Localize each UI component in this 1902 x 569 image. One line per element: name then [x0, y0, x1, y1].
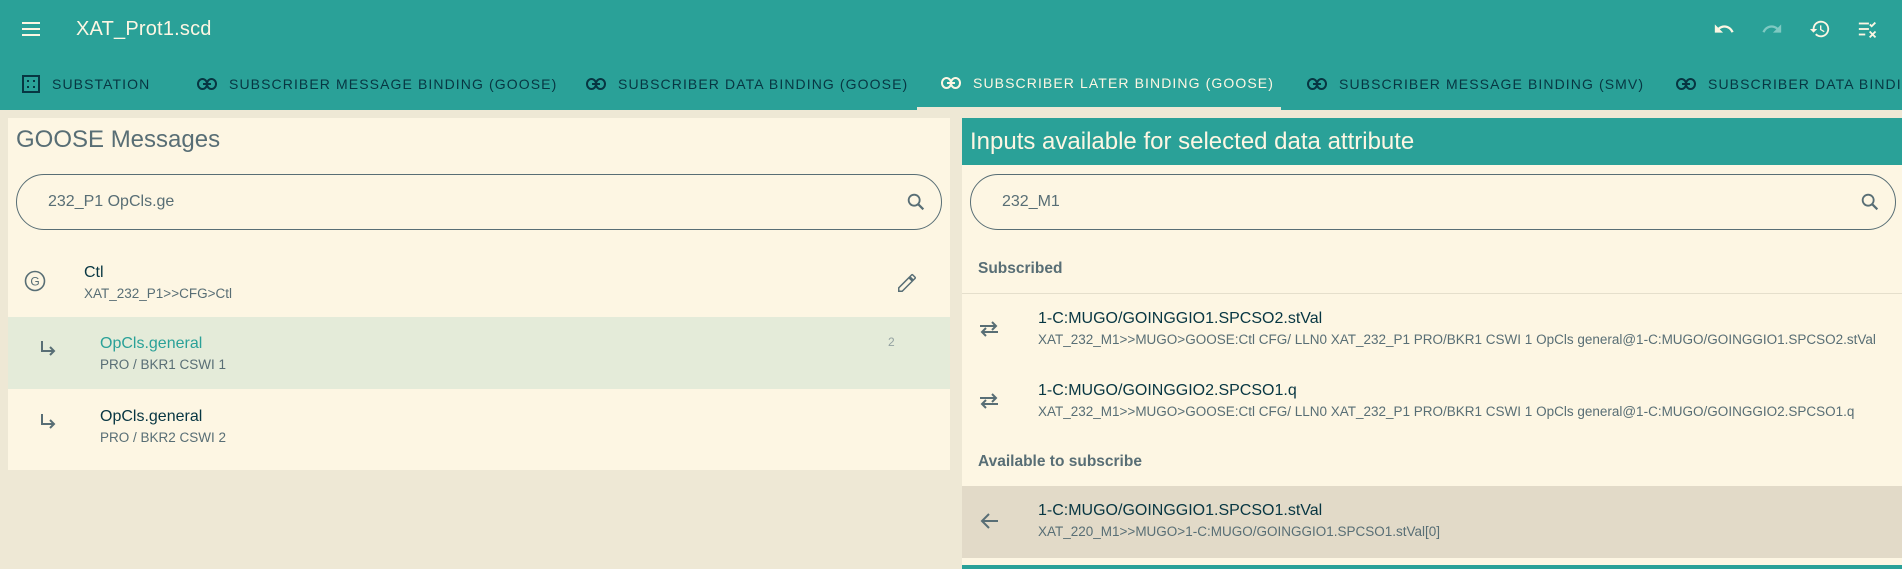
menu-icon: [22, 22, 40, 36]
undo-icon: [1714, 24, 1734, 33]
bottom-accent-bar: [962, 565, 1902, 569]
inputs-panel-header: Inputs available for selected data attri…: [962, 118, 1902, 165]
swap-horiz-icon: [978, 392, 1000, 415]
tab-subscriber-data-binding-smv[interactable]: SUBSCRIBER DATA BINDIN: [1676, 58, 1902, 110]
grid-icon: [22, 75, 40, 93]
tab-subscriber-data-binding-goose[interactable]: SUBSCRIBER DATA BINDING (GOOSE): [586, 58, 908, 110]
redo-button[interactable]: [1748, 5, 1796, 53]
search-icon[interactable]: [1859, 191, 1881, 213]
pencil-icon: [898, 274, 916, 292]
tab-label: SUBSTATION: [52, 76, 151, 92]
tab-label: SUBSCRIBER LATER BINDING (GOOSE): [973, 74, 1274, 91]
input-path: XAT_232_M1>>MUGO>GOOSE:Ctl CFG/ LLN0 XAT…: [1038, 404, 1855, 419]
arrow-back-icon: [980, 512, 1000, 535]
panel-title: Inputs available for selected data attri…: [970, 128, 1415, 155]
tab-label: SUBSCRIBER DATA BINDING (GOOSE): [618, 76, 909, 92]
inputs-search-input[interactable]: 232_M1: [970, 174, 1896, 230]
goose-messages-panel: GOOSE Messages 232_P1 OpCls.ge G Ctl XAT…: [8, 118, 950, 470]
input-name: 1-C:MUGO/GOINGGIO1.SPCSO2.stVal: [1038, 310, 1323, 327]
control-block-path: XAT_232_P1>>CFG>Ctl: [84, 286, 232, 301]
data-attribute-path: PRO / BKR2 CSWI 2: [100, 430, 227, 445]
data-attribute-item[interactable]: OpCls.general PRO / BKR1 CSWI 1 2: [8, 317, 950, 389]
control-block-name: Ctl: [84, 264, 104, 281]
subdirectory-arrow-icon: [38, 339, 58, 364]
tab-subscriber-message-binding-smv[interactable]: SUBSCRIBER MESSAGE BINDING (SMV): [1307, 58, 1644, 110]
playlist-remove-icon: [1858, 21, 1877, 38]
tab-label: SUBSCRIBER MESSAGE BINDING (GOOSE): [229, 76, 558, 92]
subscribed-subheader: Subscribed: [978, 260, 1063, 277]
search-icon[interactable]: [905, 191, 927, 213]
redo-icon: [1762, 24, 1782, 33]
history-button[interactable]: [1796, 5, 1844, 53]
svg-text:G: G: [30, 275, 39, 289]
subscribed-input-item[interactable]: 1-C:MUGO/GOINGGIO1.SPCSO2.stVal XAT_232_…: [962, 294, 1902, 366]
goose-badge-icon: G: [24, 270, 46, 297]
goose-search-input[interactable]: 232_P1 OpCls.ge: [16, 174, 942, 230]
subdirectory-arrow-icon: [38, 412, 58, 437]
input-name: 1-C:MUGO/GOINGGIO2.SPCSO1.q: [1038, 382, 1297, 399]
edit-button[interactable]: [896, 272, 918, 299]
tab-bar: SUBSTATION SUBSCRIBER MESSAGE BINDING (G…: [0, 58, 1902, 110]
tab-subscriber-message-binding-goose[interactable]: SUBSCRIBER MESSAGE BINDING (GOOSE): [197, 58, 557, 110]
search-value: 232_P1 OpCls.ge: [48, 193, 175, 210]
tab-label: SUBSCRIBER DATA BINDIN: [1708, 76, 1902, 92]
swap-horiz-icon: [978, 320, 1000, 343]
data-attribute-name: OpCls.general: [100, 335, 203, 352]
tab-label: SUBSCRIBER MESSAGE BINDING (SMV): [1339, 76, 1645, 92]
tab-subscriber-later-binding-goose[interactable]: SUBSCRIBER LATER BINDING (GOOSE): [917, 58, 1281, 110]
link-icon: [1307, 78, 1327, 90]
data-attribute-item[interactable]: OpCls.general PRO / BKR2 CSWI 2: [8, 390, 950, 462]
link-icon: [586, 78, 606, 90]
app-title: XAT_Prot1.scd: [76, 17, 212, 40]
panel-title: GOOSE Messages: [16, 126, 221, 153]
subscribed-input-item[interactable]: 1-C:MUGO/GOINGGIO2.SPCSO1.q XAT_232_M1>>…: [962, 366, 1902, 438]
available-input-item[interactable]: 1-C:MUGO/GOINGGIO1.SPCSO1.stVal XAT_220_…: [962, 486, 1902, 558]
input-name: 1-C:MUGO/GOINGGIO1.SPCSO1.stVal: [1038, 502, 1323, 519]
link-icon: [1676, 78, 1696, 90]
input-path: XAT_232_M1>>MUGO>GOOSE:Ctl CFG/ LLN0 XAT…: [1038, 332, 1876, 347]
goose-control-block[interactable]: G Ctl XAT_232_P1>>CFG>Ctl: [8, 254, 950, 316]
inputs-panel: Inputs available for selected data attri…: [962, 118, 1902, 569]
top-app-bar: XAT_Prot1.scd: [0, 0, 1902, 58]
undo-button[interactable]: [1700, 5, 1748, 53]
history-icon: [1809, 20, 1830, 38]
input-path: XAT_220_M1>>MUGO>1-C:MUGO/GOINGGIO1.SPCS…: [1038, 524, 1441, 539]
search-value: 232_M1: [1002, 193, 1060, 210]
available-subheader: Available to subscribe: [978, 453, 1142, 470]
link-icon: [197, 78, 217, 90]
data-attribute-path: PRO / BKR1 CSWI 1: [100, 357, 227, 372]
data-attribute-name: OpCls.general: [100, 408, 203, 425]
menu-button[interactable]: [0, 0, 64, 58]
subscriber-count: 2: [888, 335, 895, 349]
tab-substation[interactable]: SUBSTATION: [22, 58, 150, 110]
link-icon: [941, 76, 961, 89]
rule-check-button[interactable]: [1844, 5, 1892, 53]
